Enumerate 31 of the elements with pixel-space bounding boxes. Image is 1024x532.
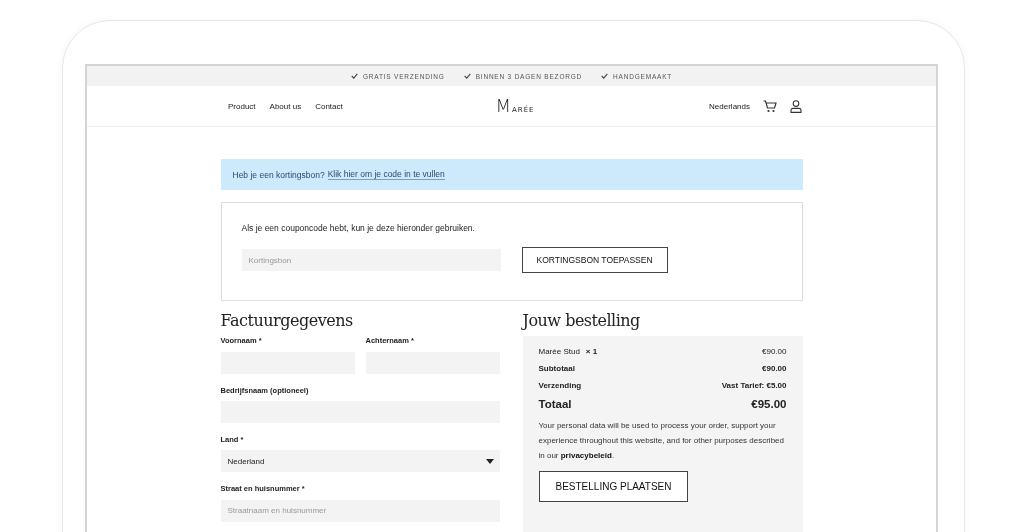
summary-value: Vast Tarief: €5.00	[721, 381, 787, 390]
apply-coupon-button[interactable]: KORTINGSBON TOEPASSEN	[521, 247, 668, 273]
product-quantity: × 1	[585, 347, 598, 356]
check-icon	[350, 73, 358, 79]
check-icon	[601, 73, 609, 79]
nav-link[interactable]: Product	[228, 101, 256, 111]
place-order-button[interactable]: BESTELLING PLAATSEN	[538, 471, 689, 502]
section-heading: Factuurgegevens	[220, 311, 354, 330]
privacy-link[interactable]: privacybeleid	[560, 451, 612, 460]
language-link[interactable]: Nederlands	[709, 101, 750, 111]
coupon-link[interactable]: Klik hier om je code in te vullen	[327, 169, 445, 180]
dropdown-icon	[485, 458, 494, 464]
check-icon	[463, 73, 471, 79]
summary-label: Verzending	[538, 381, 582, 390]
product-name: Marée Stud	[538, 347, 580, 356]
cart-icon[interactable]	[763, 99, 777, 113]
summary-label: Totaal	[538, 398, 572, 410]
coupon-text: Als je een couponcode hebt, kun je deze hieronder gebruiken.	[241, 223, 476, 233]
nav-link[interactable]: About us	[269, 101, 302, 111]
nav-link[interactable]: Contact	[315, 101, 343, 111]
summary-value: €95.00	[751, 398, 787, 410]
coupon-field[interactable]: Kortingsbon	[241, 249, 501, 271]
notice-text: Heb je een kortingsbon?	[232, 169, 325, 180]
privacy-text: Your personal data will be used to process your order, support your experience throughout this website, and for other purposes described in our privacybeleid.	[538, 420, 785, 462]
input-field[interactable]: Straatnaam en huisnummer	[220, 499, 500, 522]
section-heading: Jouw bestelling	[522, 311, 641, 330]
summary-value: €90.00	[762, 364, 787, 373]
country-select[interactable]: Nederland	[220, 450, 500, 472]
product-price: €90.00	[762, 347, 787, 356]
account-icon[interactable]	[790, 99, 802, 113]
summary-label: Subtotaal	[538, 364, 575, 373]
